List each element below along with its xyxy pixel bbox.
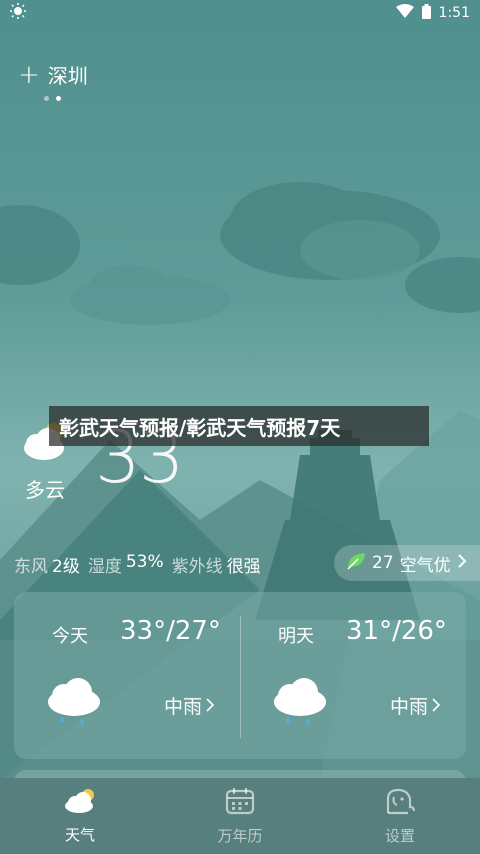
- clock-time: 1:51: [438, 5, 470, 21]
- sun-status-icon: [10, 3, 26, 23]
- forecast-condition: 中雨: [389, 692, 441, 719]
- chevron-right-icon: [457, 553, 467, 574]
- page-dot-active: [56, 96, 61, 101]
- nav-calendar[interactable]: 万年历: [160, 778, 320, 854]
- rain-cloud-icon: [44, 676, 102, 732]
- city-selector[interactable]: + 深圳: [18, 60, 88, 89]
- calendar-icon: [225, 787, 255, 819]
- uv-label: 紫外线: [171, 557, 223, 577]
- current-condition: 多云: [25, 478, 65, 502]
- humidity-value: 53%: [125, 552, 164, 572]
- humidity-label: 湿度: [87, 557, 122, 577]
- plus-icon[interactable]: +: [18, 62, 40, 88]
- elephant-icon: [384, 787, 416, 819]
- aqi-value: 27: [372, 553, 394, 573]
- chevron-right-icon: [206, 695, 215, 717]
- nav-label: 万年历: [217, 826, 263, 845]
- forecast-range: 31°/26°: [346, 616, 447, 646]
- wind-value: 2级: [52, 557, 80, 577]
- wind-label: 东风: [14, 557, 48, 577]
- chevron-right-icon: [432, 695, 441, 717]
- leaf-icon: [346, 552, 366, 575]
- nav-weather[interactable]: 天气: [0, 778, 160, 854]
- wifi-icon: [395, 4, 414, 22]
- forecast-card: 今天 33°/27° 中雨 明天 31°/26° 中雨: [14, 592, 466, 759]
- nav-label: 设置: [384, 826, 415, 845]
- nav-label: 天气: [64, 825, 95, 844]
- aqi-label: 空气优: [399, 555, 451, 576]
- page-dot: [44, 96, 49, 101]
- forecast-range: 33°/27°: [120, 616, 221, 646]
- weather-stats: 东风 2级 湿度 53% 紫外线 很强: [14, 552, 265, 577]
- weather-icon: [63, 788, 97, 818]
- forecast-condition-text: 中雨: [163, 696, 202, 718]
- status-bar: 1:51: [0, 0, 480, 26]
- uv-value: 很强: [226, 557, 261, 577]
- forecast-condition: 中雨: [163, 692, 215, 719]
- battery-icon: [421, 3, 431, 23]
- bottom-nav: 天气 万年历 设置: [0, 778, 480, 854]
- forecast-tomorrow[interactable]: 明天 31°/26° 中雨: [240, 592, 466, 759]
- headline-banner: 彰武天气预报/彰武天气预报7天: [49, 406, 429, 446]
- forecast-day: 今天: [52, 626, 88, 647]
- forecast-condition-text: 中雨: [389, 696, 428, 718]
- rain-cloud-icon: [270, 676, 328, 732]
- forecast-today[interactable]: 今天 33°/27° 中雨: [14, 592, 240, 759]
- aqi-button[interactable]: 27 空气优: [334, 545, 480, 581]
- forecast-day: 明天: [278, 626, 314, 647]
- city-name: 深圳: [47, 64, 88, 88]
- page-indicator: [44, 96, 61, 101]
- nav-settings[interactable]: 设置: [320, 778, 480, 854]
